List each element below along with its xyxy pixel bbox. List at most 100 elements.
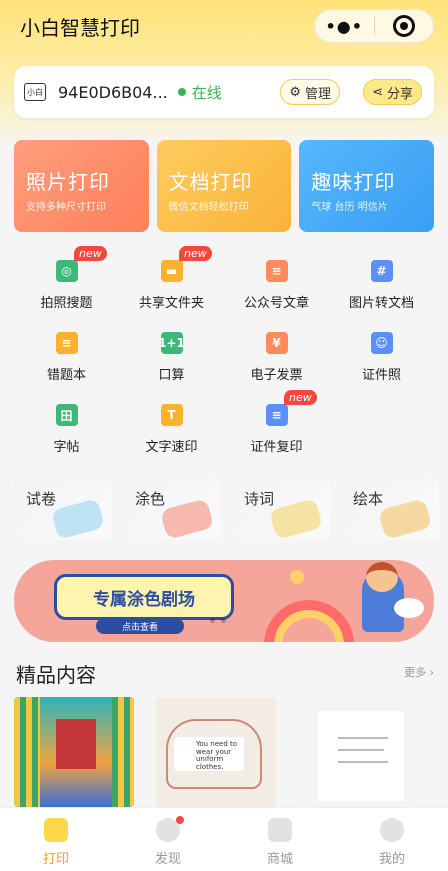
curtain-illustration <box>14 697 40 807</box>
tab-shop[interactable]: 商城 <box>224 808 336 871</box>
device-id: 94E0D6B04... <box>58 82 168 102</box>
section-title: 精品内容 <box>16 663 96 687</box>
new-badge: new <box>179 246 212 261</box>
copybook-icon: 田 <box>55 404 78 426</box>
category-illustration <box>377 498 433 540</box>
feature-item[interactable]: # 图片转文档 <box>329 250 434 322</box>
feature-item[interactable]: ¥ 电子发票 <box>224 322 329 394</box>
feature-label: 错题本 <box>46 368 86 383</box>
card-subtitle: 支持多种尺寸打印 <box>26 202 106 213</box>
feature-item[interactable]: ☺ 证件照 <box>329 322 434 394</box>
tab-print[interactable]: 打印 <box>0 808 112 871</box>
category-row: 试卷 涂色 诗词 绘本 <box>14 478 448 540</box>
document-print-card[interactable]: 文档打印 微信文档轻松打印 <box>156 140 292 232</box>
tab-label: 商城 <box>266 852 293 867</box>
palace-illustration <box>56 719 96 769</box>
tab-label: 我的 <box>378 852 405 867</box>
close-mini-program-button[interactable] <box>374 15 433 37</box>
shop-icon <box>268 818 292 842</box>
feature-label: 图片转文档 <box>348 296 414 311</box>
gear-icon: ⚙ <box>289 84 301 100</box>
text-line <box>338 749 384 751</box>
invoice-icon: ¥ <box>265 332 288 354</box>
banner-pager <box>210 618 226 623</box>
print-type-cards: 照片打印 支持多种尺寸打印 文档打印 微信文档轻松打印 趣味打印 气球 台历 明… <box>14 140 435 232</box>
banner-cta: 点击查看 <box>96 618 184 634</box>
more-link[interactable]: 更多 › <box>404 664 434 680</box>
tab-profile[interactable]: 我的 <box>336 808 448 871</box>
sun-illustration <box>290 570 304 584</box>
feature-item[interactable]: T 文字速印 <box>119 394 224 466</box>
category-illustration <box>268 498 324 540</box>
more-menu-icon[interactable]: •●• <box>315 17 374 36</box>
share-icon: ⋖ <box>372 84 383 100</box>
card-text: You need to wear your uniform clothes. <box>174 737 244 771</box>
math-icon: 1+1 <box>158 332 185 354</box>
feature-grid-row: ≡ 错题本 1+1 口算 ¥ 电子发票 ☺ 证件照 <box>14 322 434 394</box>
image-doc-icon: # <box>370 260 393 282</box>
feature-label: 口算 <box>158 368 185 383</box>
category-illustration <box>159 498 215 540</box>
category-picture-book[interactable]: 绘本 <box>341 478 439 540</box>
feature-label: 文字速印 <box>145 440 198 455</box>
category-illustration <box>50 498 106 540</box>
card-subtitle: 微信文档轻松打印 <box>168 202 249 213</box>
text-print-icon: T <box>160 404 183 426</box>
feature-grid-row: ◎ new 拍照搜题 ▬ new 共享文件夹 ≡ 公众号文章 # 图片转文档 <box>14 246 434 322</box>
coloring-theater-banner[interactable]: 专属涂色剧场 点击查看 <box>14 560 434 642</box>
id-copy-icon: ≡ <box>265 404 288 426</box>
category-poetry[interactable]: 诗词 <box>232 478 330 540</box>
feature-grid: ◎ new 拍照搜题 ▬ new 共享文件夹 ≡ 公众号文章 # 图片转文档 ≡ 错题本 1+1 口算 ¥ 电… <box>14 246 434 466</box>
feature-grid-row: 田字帖 T 文字速印 ≡ new 证件复印 <box>14 390 434 466</box>
online-status-text: 在线 <box>191 83 222 102</box>
category-label: 诗词 <box>244 490 275 508</box>
folder-icon: ▬ <box>160 260 183 282</box>
card-title: 照片打印 <box>26 170 110 194</box>
printer-device-icon: 小白 <box>24 83 46 101</box>
feature-item[interactable]: ◎ new 拍照搜题 <box>14 246 119 322</box>
share-button[interactable]: ⋖ 分享 <box>363 79 422 105</box>
feature-label: 公众号文章 <box>243 296 309 311</box>
notebook-icon: ≡ <box>55 332 78 354</box>
text-line <box>338 761 388 763</box>
profile-icon <box>380 818 404 842</box>
content-card[interactable] <box>14 697 134 807</box>
new-badge: new <box>74 246 107 261</box>
mini-program-capsule: •●• <box>314 9 434 43</box>
share-label: 分享 <box>386 86 413 102</box>
card-title: 文档打印 <box>168 170 253 194</box>
category-coloring[interactable]: 涂色 <box>123 478 221 540</box>
feature-label: 证件复印 <box>250 440 303 455</box>
notification-dot <box>176 816 184 824</box>
device-card[interactable]: 小白 94E0D6B04... 在线 ⚙ 管理 ⋖ 分享 <box>14 66 434 118</box>
featured-content-row: You need to wear your uniform clothes. <box>14 697 448 807</box>
feature-item[interactable]: 田字帖 <box>14 394 119 466</box>
painter-boy-head <box>366 562 398 592</box>
target-icon <box>392 15 415 37</box>
feature-item[interactable]: ≡ 错题本 <box>14 322 119 394</box>
tab-label: 打印 <box>42 852 69 867</box>
id-photo-icon: ☺ <box>370 332 393 354</box>
category-exam[interactable]: 试卷 <box>14 478 112 540</box>
manage-label: 管理 <box>304 86 331 102</box>
new-badge: new <box>284 390 317 405</box>
category-label: 试卷 <box>26 490 57 508</box>
feature-item[interactable]: ≡ new 证件复印 <box>224 390 329 466</box>
category-label: 涂色 <box>135 490 166 508</box>
bottom-tab-bar: 打印 发现 商城 我的 <box>0 807 448 871</box>
content-card[interactable]: You need to wear your uniform clothes. <box>156 697 276 807</box>
tab-label: 发现 <box>154 852 181 867</box>
feature-label: 拍照搜题 <box>40 296 93 311</box>
app-title: 小白智慧打印 <box>20 16 140 40</box>
content-card[interactable] <box>298 697 418 807</box>
card-title: 趣味打印 <box>311 170 396 194</box>
photo-print-card[interactable]: 照片打印 支持多种尺寸打印 <box>14 140 149 232</box>
document-preview <box>318 711 404 801</box>
manage-button[interactable]: ⚙ 管理 <box>280 79 340 105</box>
feature-item[interactable]: ≡ 公众号文章 <box>224 250 329 322</box>
tab-discover[interactable]: 发现 <box>112 808 224 871</box>
fun-print-card[interactable]: 趣味打印 气球 台历 明信片 <box>299 140 435 232</box>
article-icon: ≡ <box>265 260 288 282</box>
feature-item[interactable]: 1+1 口算 <box>119 322 224 394</box>
feature-item[interactable]: ▬ new 共享文件夹 <box>119 246 224 322</box>
